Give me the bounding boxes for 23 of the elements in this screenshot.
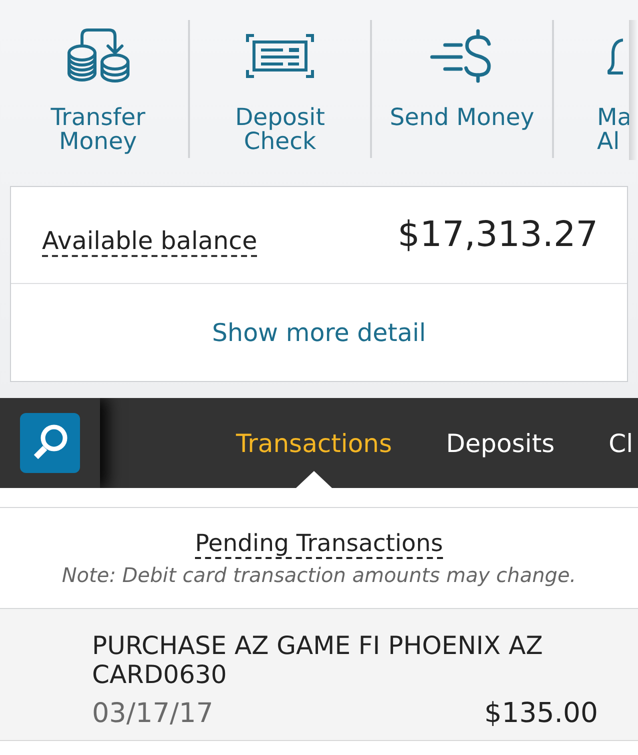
search-button[interactable]	[20, 413, 80, 473]
action-button[interactable]: Transfer Money	[8, 20, 190, 158]
nav-tab[interactable]: Cl	[608, 398, 634, 488]
nav-tab[interactable]: Transactions	[236, 398, 392, 488]
action-button[interactable]: Ma Al	[554, 20, 629, 158]
action-button[interactable]: Send Money	[372, 20, 554, 158]
search-icon	[32, 424, 68, 459]
bank-check-icon	[246, 34, 314, 78]
nav-tab[interactable]: Deposits	[446, 398, 555, 488]
coins-arrow-icon	[66, 28, 130, 84]
balance-amount: $17,313.27	[398, 215, 598, 255]
pending-note: Note: Debit card transaction amounts may change.	[62, 563, 576, 587]
pending-title[interactable]: Pending Transactions	[194, 529, 444, 559]
transaction-row[interactable]: PURCHASE AZ GAME FI PHOENIX AZ CARD0630 03/17/17 $135.00	[0, 609, 638, 741]
transaction-amount: $135.00	[484, 697, 598, 729]
detail-link[interactable]: Show more detail	[212, 318, 426, 347]
balance-label[interactable]: Available balance	[42, 226, 258, 256]
transaction-description: PURCHASE AZ GAME FI PHOENIX AZ CARD0630	[92, 631, 544, 689]
action-button[interactable]: Deposit Check	[190, 20, 372, 158]
dollar-speed-icon	[430, 29, 494, 83]
bell-icon	[607, 36, 623, 76]
transaction-date: 03/17/17	[92, 698, 214, 730]
caret-icon	[296, 471, 332, 488]
